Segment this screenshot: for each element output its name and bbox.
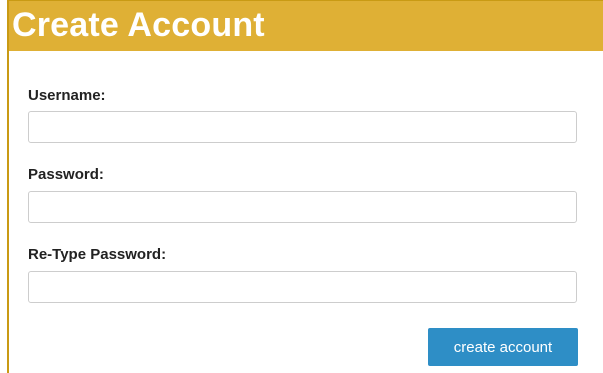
panel-header: Create Account [9,1,603,51]
create-account-button[interactable]: create account [428,328,578,366]
password-label: Password: [28,166,104,183]
username-input[interactable] [28,111,577,143]
retype-password-input[interactable] [28,271,577,303]
create-account-panel: Create Account Username: Password: Re-Ty… [7,0,603,373]
retype-password-label: Re-Type Password: [28,246,167,263]
page-title: Create Account [12,6,265,44]
password-input[interactable] [28,191,577,223]
username-label: Username: [28,87,106,104]
